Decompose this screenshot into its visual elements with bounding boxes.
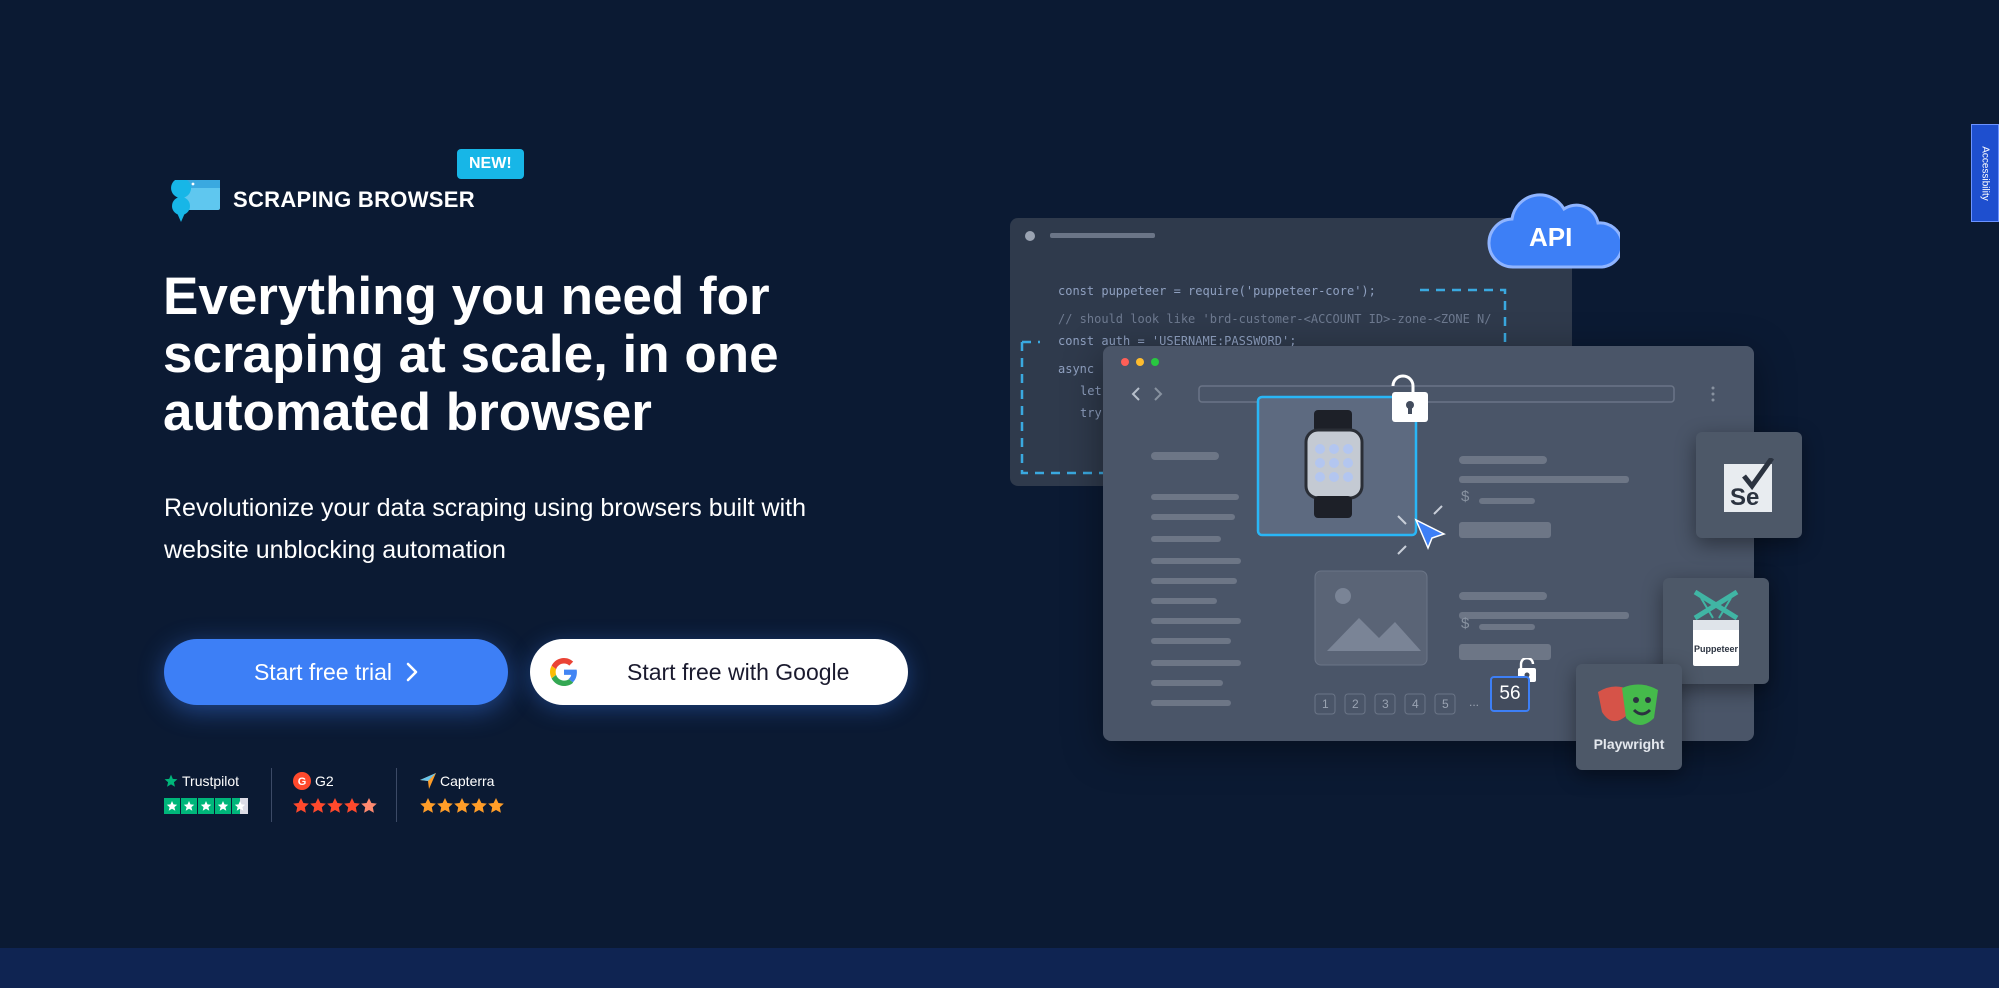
chevron-right-icon xyxy=(406,662,418,682)
settings-gear-icon xyxy=(1025,231,1035,241)
start-free-with-google-label: Start free with Google xyxy=(627,659,850,685)
rating-divider xyxy=(396,768,397,822)
new-badge: NEW! xyxy=(457,149,524,179)
puppeteer-label: Puppeteer xyxy=(1693,644,1738,654)
g2-rating[interactable]: G G2 xyxy=(293,772,377,814)
svg-text:G: G xyxy=(298,776,307,788)
svg-text:$: $ xyxy=(1461,615,1470,632)
hero-headline: Everything you need for scraping at scal… xyxy=(163,267,779,442)
g2-logo-icon: G xyxy=(293,772,311,790)
start-free-trial-button[interactable]: Start free trial xyxy=(164,639,508,705)
g2-stars xyxy=(293,798,377,814)
google-logo-icon xyxy=(550,658,577,686)
product-name: SCRAPING BROWSER xyxy=(233,187,475,212)
capterra-label: Capterra xyxy=(440,773,495,789)
rating-divider xyxy=(271,768,272,822)
selenium-tile: Se xyxy=(1696,432,1802,538)
pagination-ellipsis: ... xyxy=(1469,695,1480,709)
start-free-with-google-button[interactable]: Start free with Google xyxy=(530,639,908,705)
trustpilot-label: Trustpilot xyxy=(182,773,240,789)
scraping-browser-logo-icon xyxy=(171,180,220,222)
svg-text:$: $ xyxy=(1461,488,1470,505)
api-label: API xyxy=(1529,222,1573,252)
pagination-2: 2 xyxy=(1352,697,1359,711)
review-ratings: Trustpilot G G2 Capterra xyxy=(164,768,524,824)
pagination-5: 5 xyxy=(1442,697,1449,711)
trustpilot-stars xyxy=(164,798,248,814)
highlighted-product-card xyxy=(1256,374,1446,555)
capterra-stars xyxy=(420,798,504,814)
g2-label: G2 xyxy=(315,773,334,789)
product-badge: SCRAPING BROWSER NEW! xyxy=(170,149,550,225)
capterra-logo-icon xyxy=(420,773,436,789)
selenium-label: Se xyxy=(1730,484,1760,511)
accessibility-label: Accessibility xyxy=(1979,145,1991,201)
pagination-3: 3 xyxy=(1382,697,1389,711)
request-counter-badge: 56 xyxy=(1490,676,1530,712)
trustpilot-rating[interactable]: Trustpilot xyxy=(164,772,248,814)
playwright-tile: Playwright xyxy=(1576,664,1682,770)
accessibility-tab[interactable]: Accessibility xyxy=(1971,124,1999,222)
trustpilot-star-icon xyxy=(164,774,178,787)
start-free-trial-label: Start free trial xyxy=(253,658,393,685)
pagination-1: 1 xyxy=(1322,697,1329,711)
playwright-label: Playwright xyxy=(1593,736,1665,752)
puppeteer-logo-icon xyxy=(1693,590,1739,666)
section-divider-band xyxy=(0,948,1999,988)
capterra-rating[interactable]: Capterra xyxy=(420,772,504,814)
playwright-logo-icon xyxy=(1598,684,1658,725)
pagination-4: 4 xyxy=(1412,697,1419,711)
hero-subhead: Revolutionize your data scraping using b… xyxy=(164,494,806,564)
